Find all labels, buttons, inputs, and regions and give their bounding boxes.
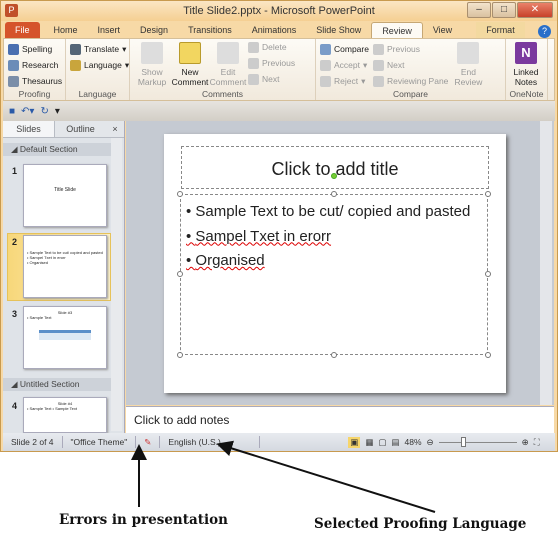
- language-annotation: Selected Proofing Language: [314, 516, 527, 532]
- language-arrow: [216, 440, 436, 513]
- errors-annotation: Errors in presentation: [59, 512, 228, 528]
- annotation-arrows: [131, 440, 436, 513]
